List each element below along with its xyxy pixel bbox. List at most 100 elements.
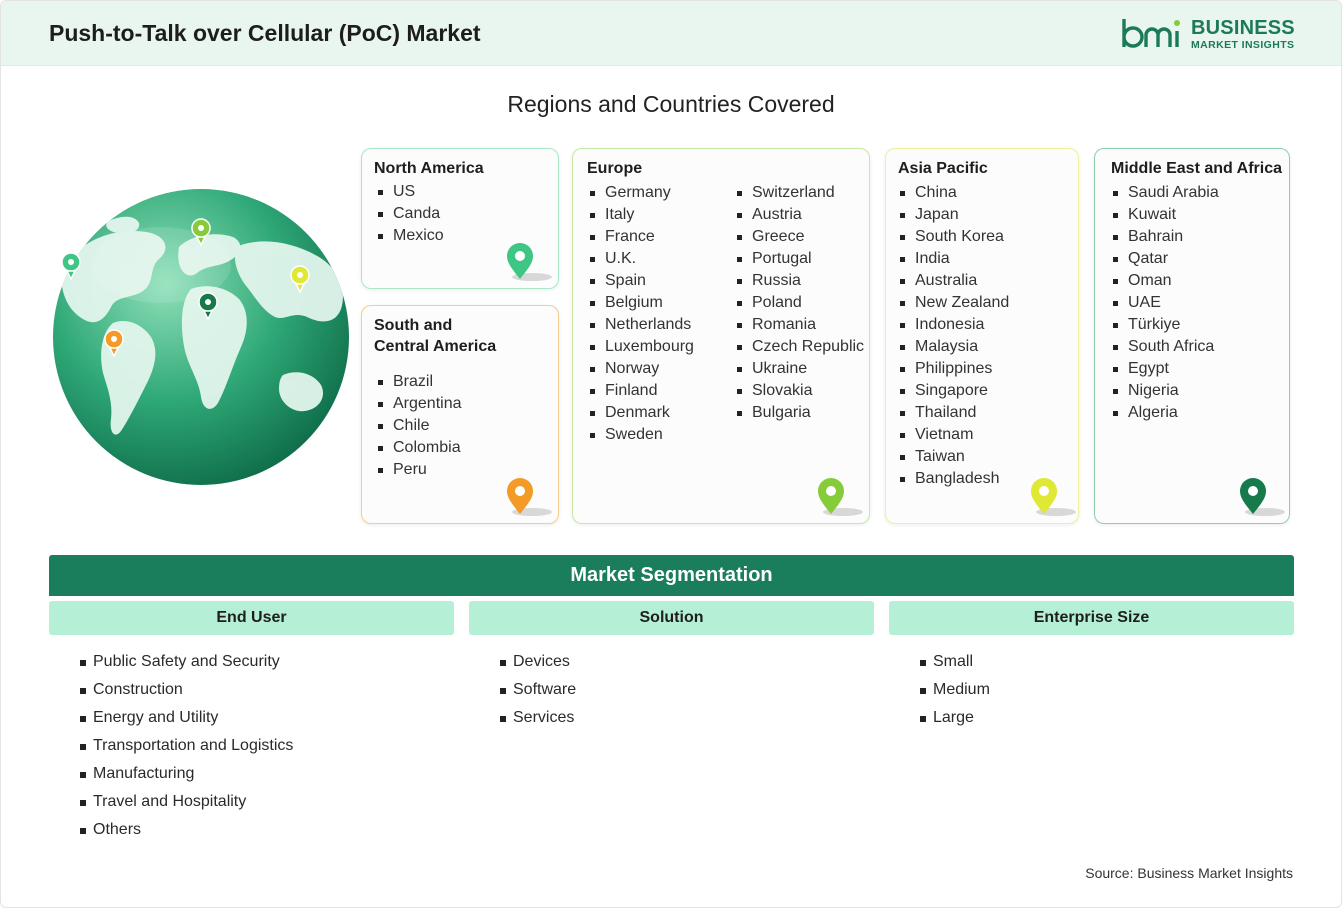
region-title: Europe — [587, 160, 643, 177]
region-title-line: Central America — [374, 338, 497, 355]
country-item: Thailand — [898, 402, 1009, 424]
segment-item: Others — [80, 816, 293, 844]
map-pin-icon — [1031, 478, 1076, 516]
logo-subtitle: MARKET INSIGHTS — [1191, 39, 1295, 51]
country-item: South Africa — [1111, 336, 1219, 358]
region-card-asia-pacific: Asia Pacific China Japan South Korea Ind… — [885, 148, 1079, 524]
segment-item: Medium — [920, 676, 990, 704]
segment-list-solution: Devices Software Services — [500, 648, 576, 732]
country-list-column-2: Switzerland Austria Greece Portugal Russ… — [735, 182, 864, 424]
segment-item: Devices — [500, 648, 576, 676]
country-item: Austria — [735, 204, 864, 226]
map-pin-icon — [507, 478, 552, 516]
country-item: Sweden — [588, 424, 694, 446]
map-pin-icon — [1240, 478, 1285, 516]
country-item: Canda — [376, 203, 444, 225]
country-item: Bangladesh — [898, 468, 1009, 490]
country-item: Vietnam — [898, 424, 1009, 446]
country-item: Algeria — [1111, 402, 1219, 424]
page-title: Push-to-Talk over Cellular (PoC) Market — [49, 20, 481, 46]
country-item: Oman — [1111, 270, 1219, 292]
country-list: China Japan South Korea India Australia … — [898, 182, 1009, 490]
country-list-column-1: Germany Italy France U.K. Spain Belgium … — [588, 182, 694, 446]
logo-name: BUSINESS — [1191, 17, 1295, 39]
region-title: South and Central America — [374, 315, 496, 357]
brand-logo: BUSINESS MARKET INSIGHTS — [1121, 15, 1301, 55]
country-item: Belgium — [588, 292, 694, 314]
segment-heading-solution: Solution — [469, 601, 874, 635]
country-item: Russia — [735, 270, 864, 292]
country-item: Romania — [735, 314, 864, 336]
segment-item: Construction — [80, 676, 293, 704]
country-list: Brazil Argentina Chile Colombia Peru — [376, 371, 462, 481]
segment-item: Large — [920, 704, 990, 732]
region-card-middle-east-africa: Middle East and Africa Saudi Arabia Kuwa… — [1094, 148, 1290, 524]
country-item: Türkiye — [1111, 314, 1219, 336]
country-item: Finland — [588, 380, 694, 402]
segmentation-title-bar: Market Segmentation — [49, 555, 1294, 596]
country-item: Chile — [376, 415, 462, 437]
segment-item: Travel and Hospitality — [80, 788, 293, 816]
regions-heading: Regions and Countries Covered — [507, 91, 835, 117]
bmi-logo-icon — [1122, 19, 1180, 48]
country-item: Netherlands — [588, 314, 694, 336]
header-bar: Push-to-Talk over Cellular (PoC) Market … — [1, 1, 1341, 66]
country-item: U.K. — [588, 248, 694, 270]
country-item: Denmark — [588, 402, 694, 424]
source-note: Source: Business Market Insights — [1085, 865, 1293, 881]
segment-item: Software — [500, 676, 576, 704]
country-item: Taiwan — [898, 446, 1009, 468]
segment-item: Energy and Utility — [80, 704, 293, 732]
segment-item: Transportation and Logistics — [80, 732, 293, 760]
country-item: Poland — [735, 292, 864, 314]
country-item: Argentina — [376, 393, 462, 415]
segment-heading-end-user: End User — [49, 601, 454, 635]
country-item: Germany — [588, 182, 694, 204]
country-item: Czech Republic — [735, 336, 864, 358]
country-item: Philippines — [898, 358, 1009, 380]
country-item: Saudi Arabia — [1111, 182, 1219, 204]
country-item: Indonesia — [898, 314, 1009, 336]
segment-item: Services — [500, 704, 576, 732]
country-item: Slovakia — [735, 380, 864, 402]
country-item: Italy — [588, 204, 694, 226]
map-pin-icon — [818, 478, 863, 516]
country-item: Luxembourg — [588, 336, 694, 358]
country-item: Ukraine — [735, 358, 864, 380]
country-item: Spain — [588, 270, 694, 292]
country-item: Kuwait — [1111, 204, 1219, 226]
segment-list-enterprise-size: Small Medium Large — [920, 648, 990, 732]
region-card-europe: Europe Germany Italy France U.K. Spain B… — [572, 148, 870, 524]
country-item: US — [376, 181, 444, 203]
region-card-south-central-america: South and Central America Brazil Argenti… — [361, 305, 559, 524]
country-item: Japan — [898, 204, 1009, 226]
country-item: Peru — [376, 459, 462, 481]
region-title-line: South and — [374, 317, 453, 334]
country-item: Nigeria — [1111, 380, 1219, 402]
country-item: New Zealand — [898, 292, 1009, 314]
region-card-north-america: North America US Canda Mexico — [361, 148, 559, 289]
country-item: Bulgaria — [735, 402, 864, 424]
map-pin-icon — [507, 243, 552, 281]
country-item: Malaysia — [898, 336, 1009, 358]
country-list: US Canda Mexico — [376, 181, 444, 247]
segment-item: Manufacturing — [80, 760, 293, 788]
region-title: North America — [374, 160, 484, 177]
country-item: Greece — [735, 226, 864, 248]
region-title: Middle East and Africa — [1111, 160, 1282, 177]
segment-list-end-user: Public Safety and Security Construction … — [80, 648, 293, 844]
country-item: Switzerland — [735, 182, 864, 204]
country-list: Saudi Arabia Kuwait Bahrain Qatar Oman U… — [1111, 182, 1219, 424]
globe-illustration — [53, 189, 349, 485]
country-item: Qatar — [1111, 248, 1219, 270]
country-item: UAE — [1111, 292, 1219, 314]
segment-item: Small — [920, 648, 990, 676]
segment-heading-enterprise-size: Enterprise Size — [889, 601, 1294, 635]
country-item: Mexico — [376, 225, 444, 247]
infographic-frame: Push-to-Talk over Cellular (PoC) Market … — [0, 0, 1342, 908]
country-item: Egypt — [1111, 358, 1219, 380]
country-item: China — [898, 182, 1009, 204]
country-item: Portugal — [735, 248, 864, 270]
country-item: South Korea — [898, 226, 1009, 248]
country-item: France — [588, 226, 694, 248]
